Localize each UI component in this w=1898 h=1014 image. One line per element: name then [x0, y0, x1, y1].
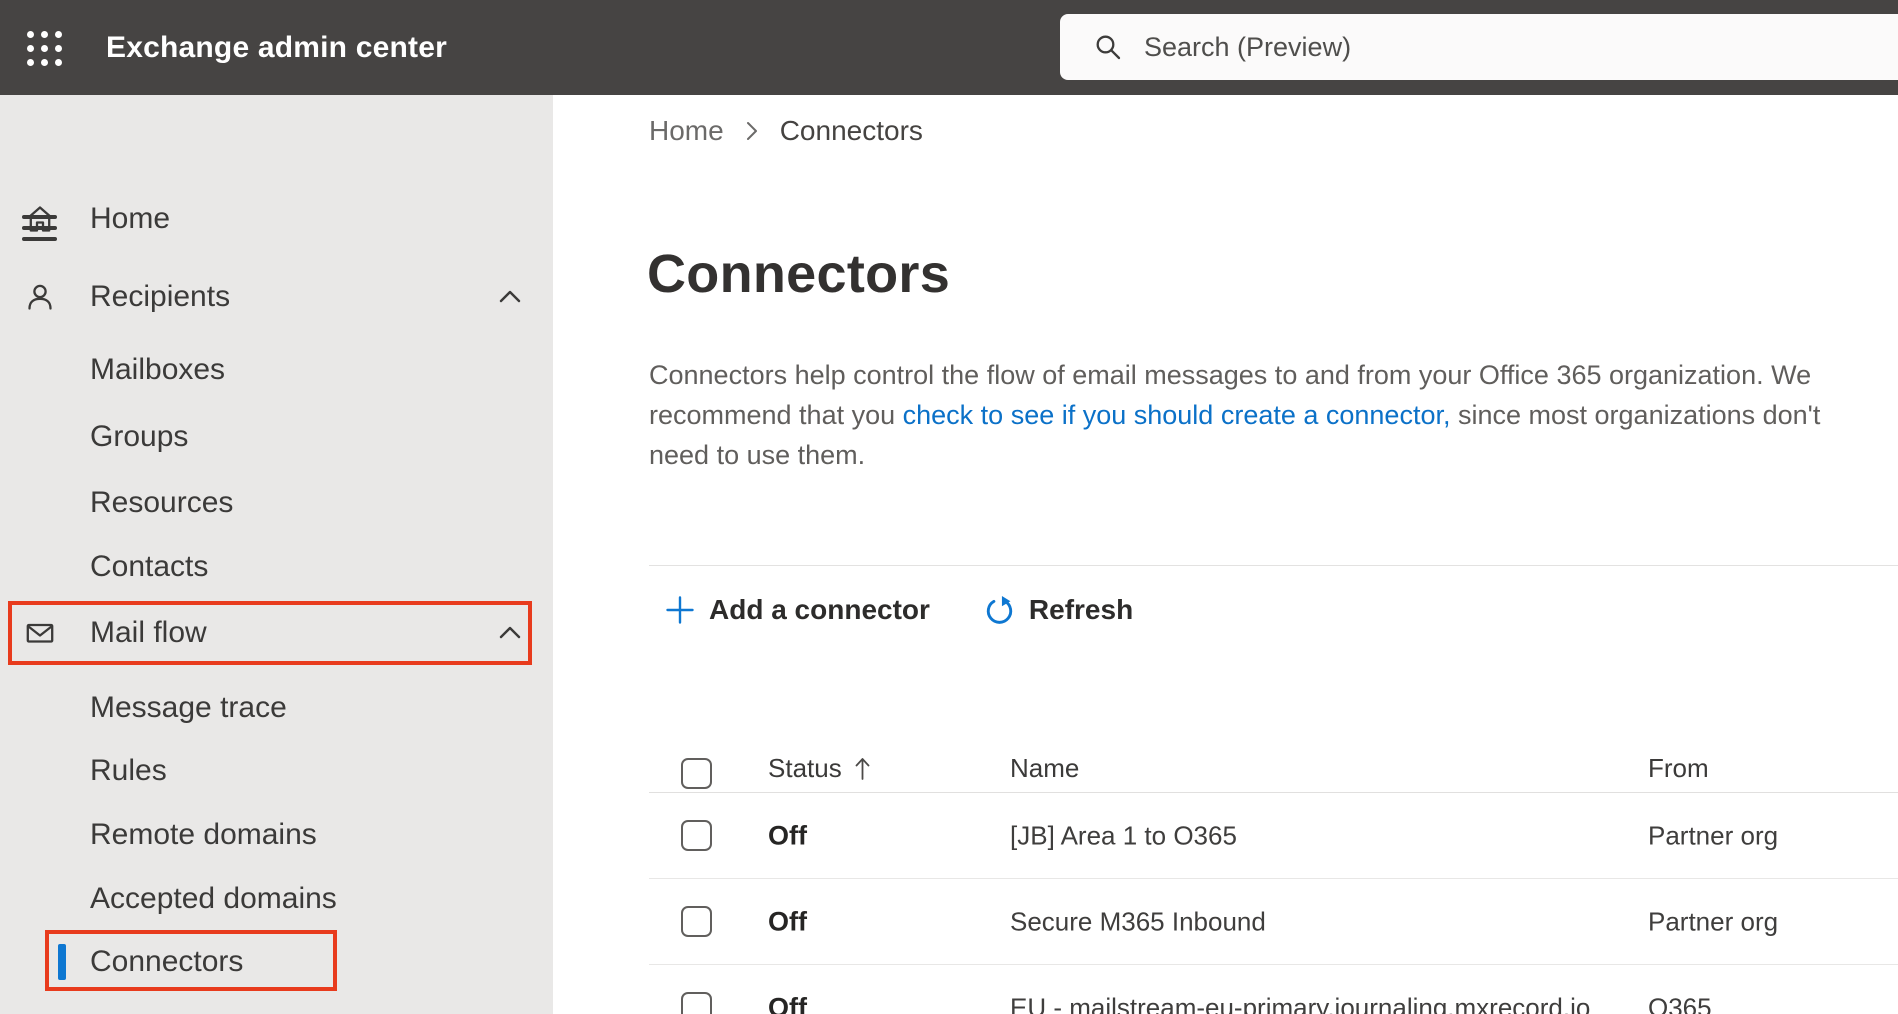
- column-header-from[interactable]: From: [1648, 753, 1709, 784]
- app-title: Exchange admin center: [106, 31, 447, 64]
- sidebar-item-rules[interactable]: Rules: [0, 739, 553, 803]
- sidebar-item-label: Mailboxes: [90, 353, 226, 386]
- add-connector-label: Add a connector: [709, 594, 930, 625]
- breadcrumb-current: Connectors: [779, 115, 923, 146]
- search-icon: [1096, 35, 1121, 60]
- person-icon: [24, 281, 56, 313]
- row-name: EU - mailstream-eu-primary.journaling.mx…: [1010, 992, 1591, 1014]
- sidebar-item-label: Contacts: [90, 550, 209, 583]
- sidebar-item-mail-flow[interactable]: Mail flow: [0, 601, 553, 665]
- row-name: Secure M365 Inbound: [1010, 906, 1266, 937]
- sidebar: Home Recipients Mailboxes Groups Resourc…: [0, 95, 553, 1014]
- row-from: Partner org: [1648, 906, 1779, 937]
- column-header-status[interactable]: Status: [768, 753, 871, 784]
- sidebar-item-home[interactable]: Home: [0, 187, 553, 251]
- search-bar[interactable]: [1060, 14, 1898, 80]
- description-line1: Connectors help control the flow of emai…: [649, 360, 1812, 390]
- sidebar-item-mailboxes[interactable]: Mailboxes: [0, 338, 553, 402]
- sidebar-item-label: Recipients: [90, 280, 231, 313]
- description-line3: need to use them.: [649, 440, 866, 470]
- description-line2-prefix: recommend that you: [649, 400, 903, 430]
- column-header-name[interactable]: Name: [1010, 753, 1079, 784]
- search-input[interactable]: [1122, 14, 1898, 80]
- sidebar-item-label: Mail flow: [90, 616, 207, 649]
- home-icon: [24, 203, 56, 235]
- row-status: Off: [768, 906, 807, 937]
- add-connector-button[interactable]: Add a connector: [649, 584, 946, 636]
- column-header-status-label: Status: [768, 753, 842, 783]
- select-row-checkbox[interactable]: [681, 992, 712, 1014]
- sidebar-item-label: Message trace: [90, 691, 287, 724]
- toolbar: Add a connector Refresh: [649, 584, 1149, 636]
- row-from: O365: [1648, 992, 1712, 1014]
- chevron-right-icon: [746, 122, 757, 140]
- chevron-up-icon[interactable]: [496, 283, 524, 311]
- sidebar-item-label: Resources: [90, 486, 234, 519]
- sidebar-item-label: Accepted domains: [90, 882, 337, 915]
- sidebar-item-message-trace[interactable]: Message trace: [0, 676, 553, 740]
- row-status: Off: [768, 820, 807, 851]
- refresh-button[interactable]: Refresh: [968, 584, 1149, 636]
- table-row[interactable]: Off EU - mailstream-eu-primary.journalin…: [553, 965, 1898, 1014]
- table-row[interactable]: Off Secure M365 Inbound Partner org: [553, 879, 1898, 965]
- mail-icon: [24, 617, 56, 649]
- refresh-label: Refresh: [1028, 594, 1134, 625]
- app-launcher-icon[interactable]: [22, 26, 66, 70]
- sidebar-item-remote-domains[interactable]: Remote domains: [0, 803, 553, 867]
- create-connector-check-link[interactable]: check to see if you should create a conn…: [903, 400, 1451, 430]
- sidebar-item-label: Remote domains: [90, 818, 317, 851]
- top-app-bar: Exchange admin center: [0, 0, 1898, 95]
- sidebar-item-recipients[interactable]: Recipients: [0, 265, 553, 329]
- refresh-icon: [986, 595, 1013, 624]
- chevron-up-icon[interactable]: [496, 619, 524, 647]
- breadcrumb-home-link[interactable]: Home: [649, 115, 724, 147]
- row-name: [JB] Area 1 to O365: [1010, 820, 1237, 851]
- select-row-checkbox[interactable]: [681, 906, 712, 937]
- sidebar-item-connectors[interactable]: Connectors: [0, 930, 553, 994]
- toolbar-top-divider: [649, 565, 1898, 566]
- breadcrumb: Home Connectors: [649, 115, 923, 147]
- sidebar-item-accepted-domains[interactable]: Accepted domains: [0, 867, 553, 931]
- table-header-row: Status Name From: [553, 715, 1898, 792]
- sidebar-item-label: Rules: [90, 754, 167, 787]
- sidebar-item-label: Connectors: [90, 945, 244, 978]
- row-status: Off: [768, 992, 807, 1014]
- page-title: Connectors: [647, 244, 951, 304]
- sidebar-item-label: Home: [90, 202, 171, 235]
- sidebar-item-resources[interactable]: Resources: [0, 471, 553, 535]
- plus-icon: [666, 596, 694, 624]
- row-from: Partner org: [1648, 820, 1779, 851]
- table-row[interactable]: Off [JB] Area 1 to O365 Partner org: [553, 793, 1898, 879]
- select-all-checkbox[interactable]: [681, 758, 712, 789]
- page-description: Connectors help control the flow of emai…: [649, 355, 1898, 475]
- description-line2-suffix: since most organizations don't: [1450, 400, 1821, 430]
- main-content: Home Connectors Connectors Connectors he…: [553, 95, 1898, 1014]
- sidebar-item-contacts[interactable]: Contacts: [0, 535, 553, 599]
- select-row-checkbox[interactable]: [681, 820, 712, 851]
- sort-ascending-icon: [855, 757, 870, 780]
- sidebar-item-label: Groups: [90, 420, 189, 453]
- sidebar-item-groups[interactable]: Groups: [0, 405, 553, 469]
- selected-indicator: [58, 944, 66, 980]
